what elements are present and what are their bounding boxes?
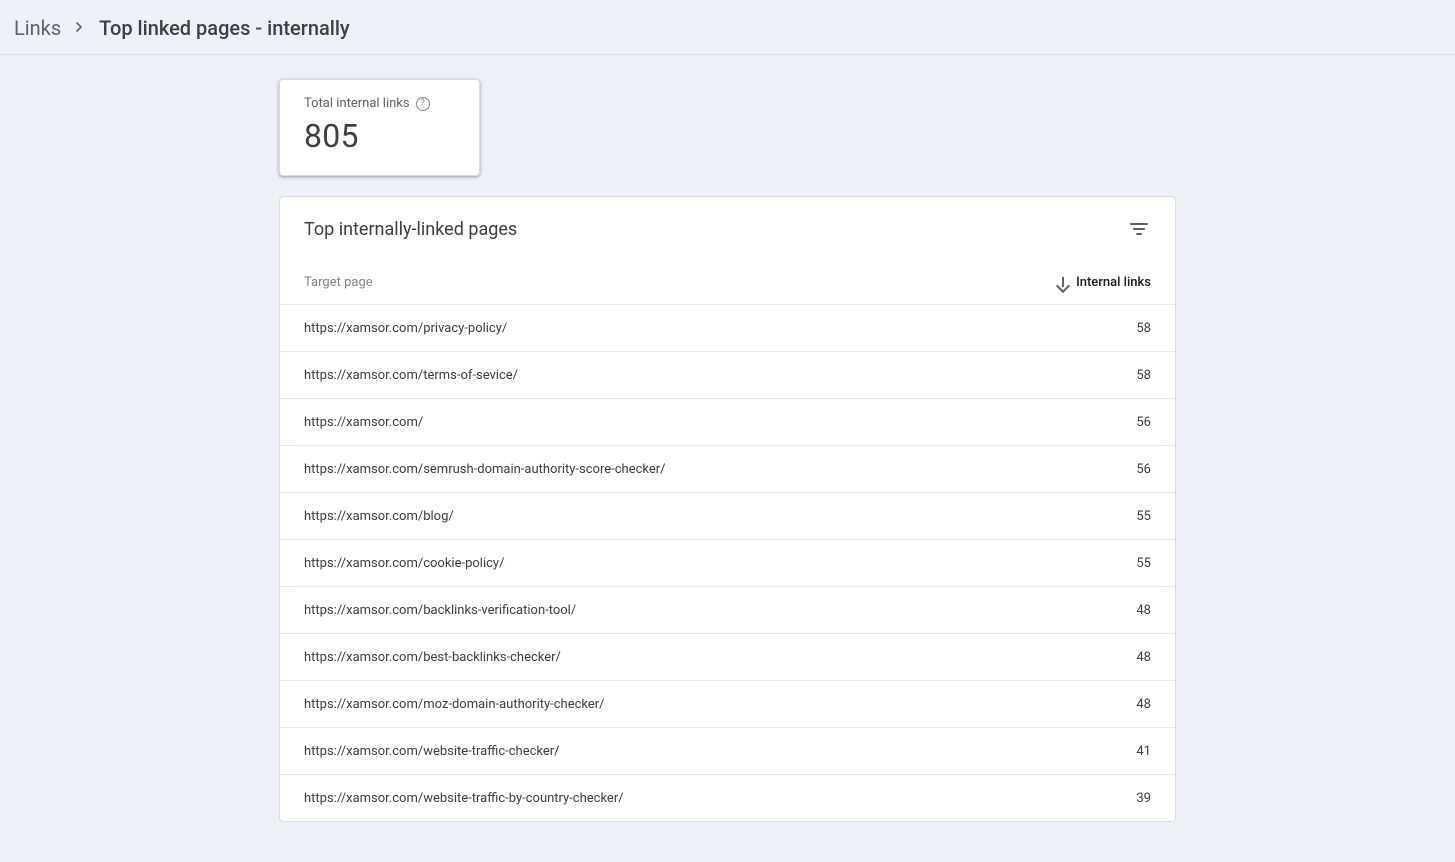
row-url: https://xamsor.com/website-traffic-check… [304, 744, 560, 759]
row-url: https://xamsor.com/cookie-policy/ [304, 556, 504, 571]
help-icon[interactable]: ? [416, 97, 430, 111]
table-row[interactable]: https://xamsor.com/cookie-policy/55 [280, 539, 1175, 586]
table-title: Top internally-linked pages [304, 219, 517, 240]
table-row[interactable]: https://xamsor.com/backlinks-verificatio… [280, 586, 1175, 633]
table-row[interactable]: https://xamsor.com/semrush-domain-author… [280, 445, 1175, 492]
row-count: 55 [1136, 556, 1151, 571]
breadcrumb-root[interactable]: Links [14, 16, 61, 40]
row-url: https://xamsor.com/moz-domain-authority-… [304, 697, 605, 712]
row-url: https://xamsor.com/semrush-domain-author… [304, 462, 666, 477]
chevron-right-icon [75, 20, 85, 36]
breadcrumb: Links Top linked pages - internally [0, 0, 1455, 55]
table-row[interactable]: https://xamsor.com/website-traffic-check… [280, 727, 1175, 774]
stat-label: Total internal links [304, 96, 410, 111]
row-count: 41 [1136, 744, 1151, 759]
column-header-row: Target page Internal links [280, 261, 1175, 304]
table-row[interactable]: https://xamsor.com/blog/55 [280, 492, 1175, 539]
table-row[interactable]: https://xamsor.com/website-traffic-by-co… [280, 774, 1175, 821]
table-row[interactable]: https://xamsor.com/best-backlinks-checke… [280, 633, 1175, 680]
linked-pages-table: Top internally-linked pages Target page … [279, 196, 1176, 822]
sort-desc-icon [1056, 276, 1070, 290]
stat-value: 805 [304, 117, 455, 155]
row-url: https://xamsor.com/backlinks-verificatio… [304, 603, 576, 618]
row-count: 58 [1136, 321, 1151, 336]
row-url: https://xamsor.com/terms-of-sevice/ [304, 368, 518, 383]
col-target-page[interactable]: Target page [304, 275, 373, 290]
row-count: 39 [1136, 791, 1151, 806]
row-count: 48 [1136, 650, 1151, 665]
col-internal-links[interactable]: Internal links [1056, 275, 1151, 290]
row-count: 56 [1136, 415, 1151, 430]
breadcrumb-current: Top linked pages - internally [99, 16, 350, 40]
total-internal-links-card: Total internal links ? 805 [279, 79, 480, 176]
table-row[interactable]: https://xamsor.com/terms-of-sevice/58 [280, 351, 1175, 398]
table-row[interactable]: https://xamsor.com/privacy-policy/58 [280, 304, 1175, 351]
row-url: https://xamsor.com/best-backlinks-checke… [304, 650, 561, 665]
filter-icon[interactable] [1127, 217, 1151, 241]
row-count: 55 [1136, 509, 1151, 524]
row-url: https://xamsor.com/blog/ [304, 509, 454, 524]
table-row[interactable]: https://xamsor.com/56 [280, 398, 1175, 445]
col-internal-links-label: Internal links [1076, 275, 1151, 290]
row-url: https://xamsor.com/website-traffic-by-co… [304, 791, 624, 806]
row-count: 58 [1136, 368, 1151, 383]
row-count: 48 [1136, 697, 1151, 712]
table-row[interactable]: https://xamsor.com/moz-domain-authority-… [280, 680, 1175, 727]
row-url: https://xamsor.com/ [304, 415, 423, 430]
row-count: 56 [1136, 462, 1151, 477]
row-url: https://xamsor.com/privacy-policy/ [304, 321, 507, 336]
row-count: 48 [1136, 603, 1151, 618]
